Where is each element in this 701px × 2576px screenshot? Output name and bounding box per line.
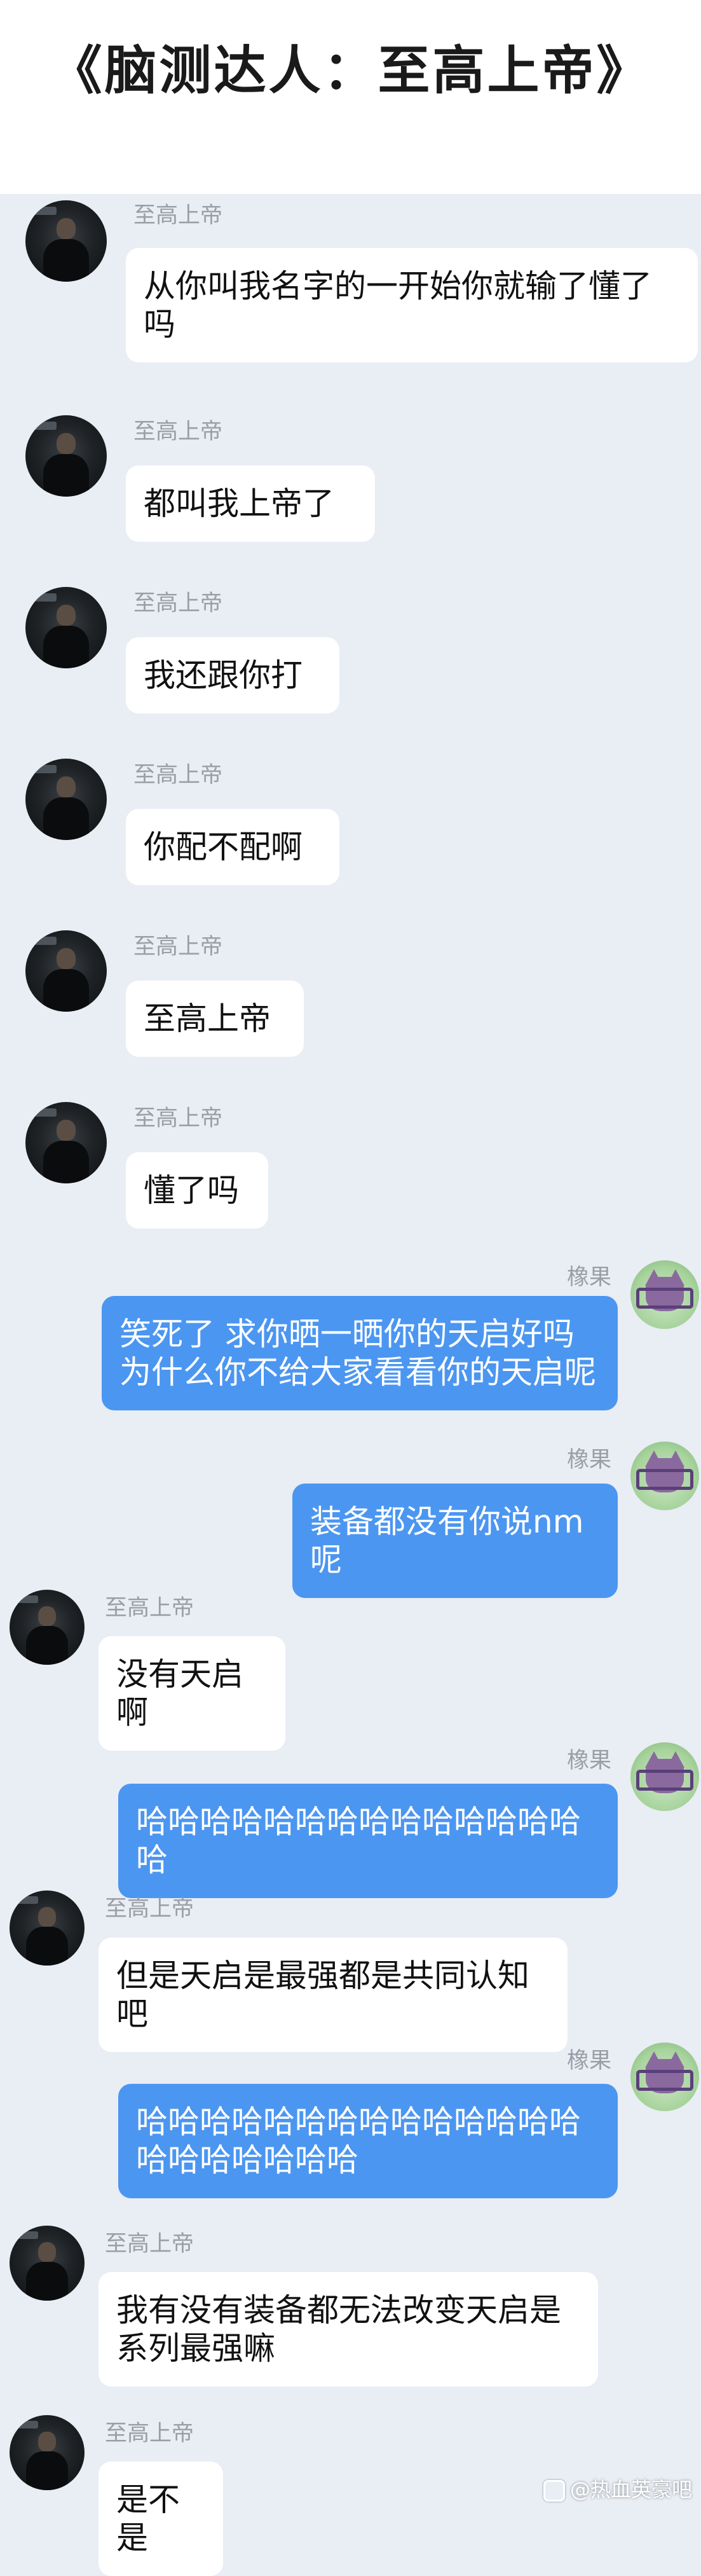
message-bubble[interactable]: 至高上帝 <box>126 981 304 1057</box>
sender-name: 橡果 <box>567 1748 612 1774</box>
message-bubble[interactable]: 哈哈哈哈哈哈哈哈哈哈哈哈哈哈哈 <box>118 1784 618 1898</box>
page-title: 《脑测达人：至高上帝》 <box>50 41 651 101</box>
sender-name: 至高上帝 <box>133 934 223 960</box>
avatar[interactable] <box>25 759 107 840</box>
sender-name: 至高上帝 <box>105 1896 194 1922</box>
avatar[interactable] <box>25 1102 107 1183</box>
camera-icon <box>543 2480 565 2502</box>
sender-name: 至高上帝 <box>133 203 223 228</box>
message-bubble[interactable]: 装备都没有你说nm呢 <box>292 1484 618 1598</box>
header: 《脑测达人：至高上帝》 <box>0 0 701 194</box>
sender-name: 橡果 <box>567 1265 612 1290</box>
message-bubble[interactable]: 我有没有装备都无法改变天启是系列最强嘛 <box>99 2272 598 2387</box>
avatar[interactable] <box>25 200 107 282</box>
message-bubble[interactable]: 都叫我上帝了 <box>126 465 375 542</box>
message-bubble[interactable]: 从你叫我名字的一开始你就输了懂了吗 <box>126 248 698 362</box>
avatar[interactable] <box>10 2226 85 2301</box>
avatar[interactable] <box>10 1590 85 1665</box>
message-bubble[interactable]: 笑死了 求你晒一晒你的天启好吗 为什么你不给大家看看你的天启呢 <box>102 1296 618 1410</box>
watermark: @热血英豪吧 <box>543 2474 692 2503</box>
sender-name: 橡果 <box>567 1447 612 1473</box>
avatar[interactable] <box>630 2042 699 2111</box>
message-bubble[interactable]: 但是天启是最强都是共同认知吧 <box>99 1938 568 2052</box>
message-bubble[interactable]: 是不是 <box>99 2462 223 2576</box>
sender-name: 至高上帝 <box>133 419 223 444</box>
avatar[interactable] <box>630 1442 699 1510</box>
message-bubble[interactable]: 你配不配啊 <box>126 809 339 885</box>
sender-name: 至高上帝 <box>133 762 223 788</box>
avatar[interactable] <box>10 1891 85 1966</box>
message-bubble[interactable]: 我还跟你打 <box>126 637 339 713</box>
watermark-text: @热血英豪吧 <box>569 2477 692 2502</box>
avatar[interactable] <box>630 1742 699 1811</box>
sender-name: 至高上帝 <box>105 2421 194 2446</box>
avatar[interactable] <box>25 587 107 668</box>
avatar[interactable] <box>25 930 107 1012</box>
sender-name: 至高上帝 <box>105 1595 194 1621</box>
avatar[interactable] <box>25 415 107 497</box>
avatar[interactable] <box>630 1260 699 1329</box>
sender-name: 橡果 <box>567 2048 612 2074</box>
message-bubble[interactable]: 懂了吗 <box>126 1152 268 1229</box>
message-bubble[interactable]: 哈哈哈哈哈哈哈哈哈哈哈哈哈哈哈哈哈哈哈哈哈 <box>118 2084 618 2198</box>
avatar[interactable] <box>10 2415 85 2490</box>
chat-area[interactable]: 至高上帝 从你叫我名字的一开始你就输了懂了吗 至高上帝 都叫我上帝了 至高上帝 … <box>0 194 701 2576</box>
message-bubble[interactable]: 没有天启啊 <box>99 1636 285 1751</box>
sender-name: 至高上帝 <box>105 2231 194 2257</box>
sender-name: 至高上帝 <box>133 591 223 616</box>
sender-name: 至高上帝 <box>133 1106 223 1131</box>
